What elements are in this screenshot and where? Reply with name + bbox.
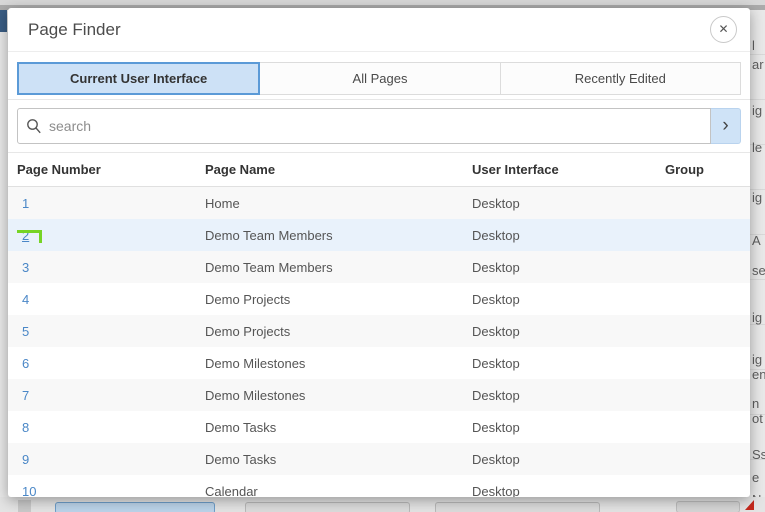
page-number-link[interactable]: 4: [22, 292, 29, 307]
tab-recently-edited[interactable]: Recently Edited: [501, 62, 741, 95]
page-name-cell: Home: [205, 196, 472, 211]
table-body: 1HomeDesktop2Demo Team MembersDesktop3De…: [8, 187, 750, 497]
background-text-fragment: en: [752, 367, 765, 382]
user-interface-cell: Desktop: [472, 356, 665, 371]
chevron-right-icon: ›: [722, 115, 728, 136]
tab-bar: Current User Interface All Pages Recentl…: [8, 52, 750, 100]
background-text-fragment: ig: [752, 310, 762, 325]
user-interface-cell: Desktop: [472, 260, 665, 275]
screen: larigleigAseigigennotSseN Page Finder ✕ …: [0, 0, 765, 512]
table-row[interactable]: 10 CalendarDesktop: [8, 475, 750, 497]
column-header-group: Group: [665, 162, 741, 177]
table-row[interactable]: 2 Demo Team MembersDesktop: [8, 219, 750, 251]
background-bottom-strip: [0, 497, 765, 512]
page-name-cell: Demo Team Members: [205, 260, 472, 275]
page-number-link[interactable]: 6: [22, 356, 29, 371]
page-name-cell: Calendar: [205, 484, 472, 498]
page-name-cell: Demo Tasks: [205, 420, 472, 435]
page-name-cell: Demo Milestones: [205, 388, 472, 403]
search-icon: [26, 118, 42, 134]
background-text-fragment: se: [752, 263, 765, 278]
dialog-header: Page Finder ✕: [8, 8, 750, 52]
column-header-page-number: Page Number: [17, 162, 205, 177]
red-flag-icon: [745, 500, 754, 510]
user-interface-cell: Desktop: [472, 292, 665, 307]
column-header-user-interface: User Interface: [472, 162, 665, 177]
background-fragment: [676, 501, 740, 512]
user-interface-cell: Desktop: [472, 388, 665, 403]
background-text-fragment: ar: [752, 57, 764, 72]
user-interface-cell: Desktop: [472, 324, 665, 339]
background-text-fragment: e: [752, 470, 759, 485]
background-text-fragment: n: [752, 396, 759, 411]
column-header-page-name: Page Name: [205, 162, 472, 177]
page-number-link[interactable]: 1: [22, 196, 29, 211]
page-number-link[interactable]: 5: [22, 324, 29, 339]
table-row[interactable]: 6 Demo MilestonesDesktop: [8, 347, 750, 379]
background-fragment: [18, 500, 31, 512]
tab-current-user-interface[interactable]: Current User Interface: [17, 62, 260, 95]
table-row[interactable]: 8 Demo TasksDesktop: [8, 411, 750, 443]
background-text-fragment: ig: [752, 190, 762, 205]
table-row[interactable]: 3 Demo Team MembersDesktop: [8, 251, 750, 283]
page-number-link[interactable]: 2: [22, 228, 29, 243]
table-row[interactable]: 9 Demo TasksDesktop: [8, 443, 750, 475]
user-interface-cell: Desktop: [472, 452, 665, 467]
background-text-fragment: A: [752, 233, 761, 248]
close-button[interactable]: ✕: [710, 16, 737, 43]
user-interface-cell: Desktop: [472, 228, 665, 243]
search-go-button[interactable]: ›: [711, 108, 741, 144]
background-button: [55, 502, 215, 512]
page-number-link[interactable]: 3: [22, 260, 29, 275]
page-finder-dialog: Page Finder ✕ Current User Interface All…: [8, 8, 750, 497]
user-interface-cell: Desktop: [472, 196, 665, 211]
page-number-link[interactable]: 7: [22, 388, 29, 403]
table-row[interactable]: 1 HomeDesktop: [8, 187, 750, 219]
table-header-row: Page Number Page Name User Interface Gro…: [8, 153, 750, 187]
user-interface-cell: Desktop: [472, 420, 665, 435]
search-input[interactable]: [49, 118, 702, 134]
page-number-link[interactable]: 10: [22, 484, 36, 498]
table-row[interactable]: 5 Demo ProjectsDesktop: [8, 315, 750, 347]
background-text-fragment: ig: [752, 352, 762, 367]
close-icon: ✕: [718, 22, 728, 36]
background-text-fragment: le: [752, 140, 762, 155]
click-annotation-box: [17, 230, 42, 243]
tab-all-pages[interactable]: All Pages: [260, 62, 500, 95]
page-name-cell: Demo Projects: [205, 324, 472, 339]
table-row[interactable]: 4 Demo ProjectsDesktop: [8, 283, 750, 315]
page-name-cell: Demo Tasks: [205, 452, 472, 467]
search-section: ›: [8, 100, 750, 153]
page-name-cell: Demo Team Members: [205, 228, 472, 243]
page-name-cell: Demo Projects: [205, 292, 472, 307]
background-text-fragment: ig: [752, 103, 762, 118]
background-text-fragment: ot: [752, 411, 763, 426]
page-number-link[interactable]: 8: [22, 420, 29, 435]
page-number-link[interactable]: 9: [22, 452, 29, 467]
background-button: [245, 502, 410, 512]
page-name-cell: Demo Milestones: [205, 356, 472, 371]
page-title: Page Finder: [28, 20, 121, 40]
user-interface-cell: Desktop: [472, 484, 665, 498]
background-right-strip: larigleigAseigigennotSseN: [749, 10, 765, 512]
background-button: [435, 502, 600, 512]
table-row[interactable]: 7 Demo MilestonesDesktop: [8, 379, 750, 411]
search-box: [17, 108, 711, 144]
background-blue-element: [0, 10, 7, 32]
background-text-fragment: Ss: [752, 447, 765, 462]
background-text-fragment: l: [752, 38, 755, 53]
